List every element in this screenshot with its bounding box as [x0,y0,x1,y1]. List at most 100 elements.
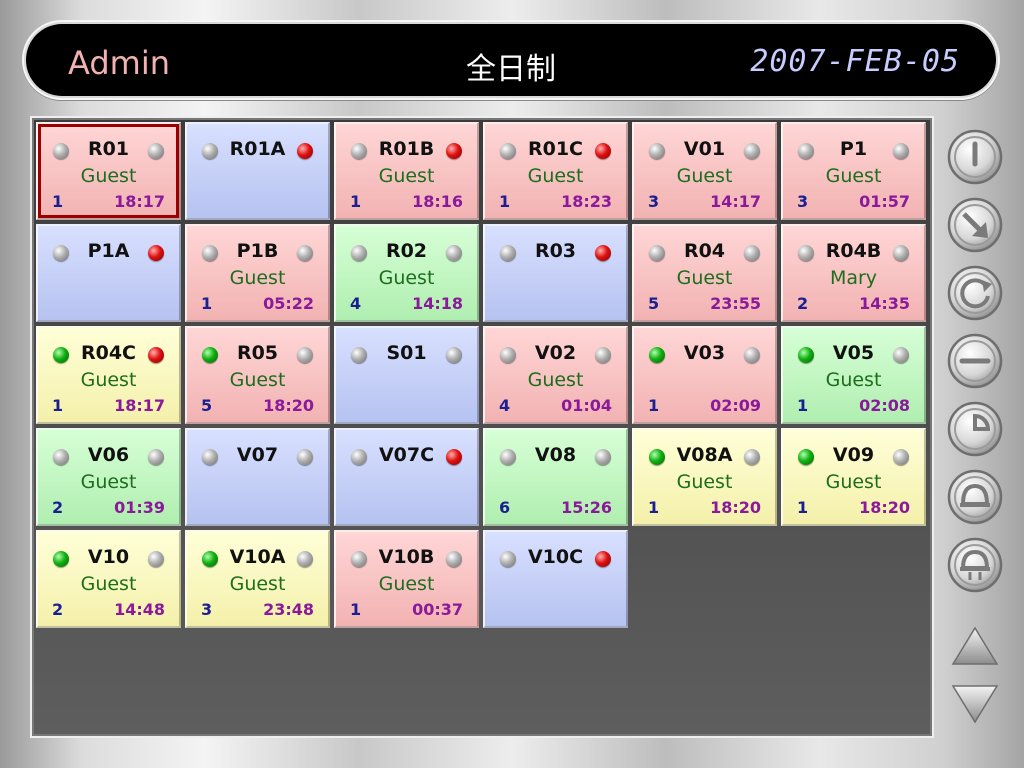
room-tile[interactable]: P1B Guest 1 05:22 [185,224,330,322]
room-tile[interactable]: P1 Guest 3 01:57 [781,122,926,220]
alarm-bell-icon [947,537,1003,593]
elapsed-time: 18:20 [263,396,314,415]
room-tile[interactable]: V10B Guest 1 00:37 [334,530,479,628]
room-tile[interactable]: V09 Guest 1 18:20 [781,428,926,526]
clock-button[interactable] [946,400,1004,458]
alarm-bell-button[interactable] [946,536,1004,594]
minus-button[interactable] [946,332,1004,390]
guest-count: 1 [350,192,362,211]
guest-count: 3 [201,600,213,619]
guest-count: 4 [350,294,362,313]
guest-name: Guest [80,165,137,187]
refresh-button[interactable] [946,264,1004,322]
bell-button[interactable] [946,468,1004,526]
room-tile[interactable]: V06 Guest 2 01:39 [36,428,181,526]
room-name: R05 [236,342,279,364]
room-tile[interactable]: S01 [334,326,479,424]
guest-name: Guest [80,471,137,493]
scroll-down-button[interactable] [950,682,1000,726]
scroll-up-icon [951,626,999,665]
room-tile[interactable]: R04B Mary 2 14:35 [781,224,926,322]
refresh-icon [947,265,1003,321]
room-tile[interactable]: V08A Guest 1 18:20 [632,428,777,526]
transfer-icon [947,197,1003,253]
room-tile[interactable]: R02 Guest 4 14:18 [334,224,479,322]
guest-name: Guest [378,573,435,595]
guest-name: Guest [229,573,286,595]
room-tile[interactable]: P1A [36,224,181,322]
room-name: P1 [839,138,868,160]
room-tile[interactable]: V10A Guest 3 23:48 [185,530,330,628]
guest-count: 2 [52,498,64,517]
guest-count: 1 [797,396,809,415]
guest-name: Guest [676,267,733,289]
guest-count: 1 [201,294,213,313]
guest-count: 3 [797,192,809,211]
header-bar: Admin 全日制 2007-FEB-05 [22,20,1000,100]
guest-count: 5 [201,396,213,415]
guest-name: Guest [825,369,882,391]
elapsed-time: 02:09 [710,396,761,415]
bell-icon [947,469,1003,525]
room-grid: R01 Guest 1 18:17 R01A R01B Guest 1 18:16 R01C Gue… [32,118,932,736]
room-name: R01C [527,138,583,160]
room-name: V02 [534,342,577,364]
room-tile[interactable]: V03 1 02:09 [632,326,777,424]
guest-name: Guest [527,369,584,391]
scroll-up-button[interactable] [950,624,1000,668]
guest-name: Guest [80,369,137,391]
room-name: V10C [527,546,584,568]
room-name: R04 [683,240,726,262]
room-tile[interactable]: R01 Guest 1 18:17 [36,122,181,220]
transfer-button[interactable] [946,196,1004,254]
room-tile[interactable]: V01 Guest 3 14:17 [632,122,777,220]
room-tile[interactable]: R03 [483,224,628,322]
elapsed-time: 14:18 [412,294,463,313]
guest-name: Guest [229,267,286,289]
room-tile[interactable]: V08 6 15:26 [483,428,628,526]
elapsed-time: 23:55 [710,294,761,313]
guest-name: Guest [378,165,435,187]
room-name: R01 [87,138,130,160]
elapsed-time: 18:17 [114,396,165,415]
elapsed-time: 18:16 [412,192,463,211]
room-name: V10 [87,546,130,568]
room-tile[interactable]: R04C Guest 1 18:17 [36,326,181,424]
room-name: P1B [236,240,279,262]
guest-name: Guest [80,573,137,595]
header-inner: Admin 全日制 2007-FEB-05 [26,24,996,96]
room-tile[interactable]: R05 Guest 5 18:20 [185,326,330,424]
room-tile[interactable]: R01B Guest 1 18:16 [334,122,479,220]
minus-icon [947,333,1003,389]
elapsed-time: 00:37 [412,600,463,619]
room-name: R04B [825,240,882,262]
room-name: V08A [676,444,733,466]
guest-count: 4 [499,396,511,415]
room-name: S01 [386,342,427,364]
room-tile[interactable]: R01A [185,122,330,220]
guest-count: 1 [499,192,511,211]
elapsed-time: 23:48 [263,600,314,619]
elapsed-time: 14:48 [114,600,165,619]
room-tile[interactable]: V02 Guest 4 01:04 [483,326,628,424]
room-tile[interactable]: V07 [185,428,330,526]
room-tile[interactable]: R01C Guest 1 18:23 [483,122,628,220]
date-display: 2007-FEB-05 [750,44,960,79]
room-name: V03 [683,342,726,364]
elapsed-time: 01:04 [561,396,612,415]
guest-name: Mary [829,267,878,289]
room-tile[interactable]: V07C [334,428,479,526]
room-name: R03 [534,240,577,262]
guest-count: 1 [350,600,362,619]
room-name: P1A [87,240,130,262]
room-tile[interactable]: V05 Guest 1 02:08 [781,326,926,424]
room-tile[interactable]: V10C [483,530,628,628]
guest-name: Guest [825,471,882,493]
room-tile[interactable]: R04 Guest 5 23:55 [632,224,777,322]
elapsed-time: 18:20 [859,498,910,517]
elapsed-time: 18:20 [710,498,761,517]
room-tile[interactable]: V10 Guest 2 14:48 [36,530,181,628]
power-button[interactable] [946,128,1004,186]
elapsed-time: 18:23 [561,192,612,211]
room-name: R01B [378,138,435,160]
